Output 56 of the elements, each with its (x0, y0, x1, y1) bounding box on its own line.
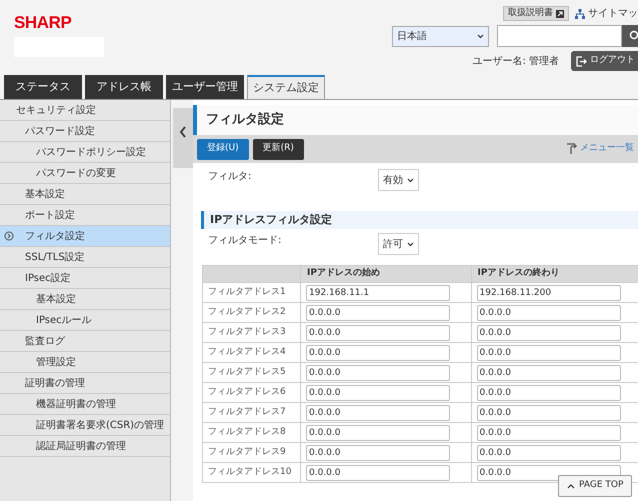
chevron-up-icon (567, 484, 575, 488)
ip-start-field[interactable]: 0.0.0.0 (306, 344, 450, 360)
ip-end-field[interactable]: 0.0.0.0 (476, 384, 620, 400)
language-select[interactable]: 日本語 (392, 26, 489, 46)
sitemap-icon (575, 8, 585, 18)
nav-tab[interactable]: ユーザー管理 (166, 75, 244, 99)
ip-end-field[interactable]: 0.0.0.0 (476, 404, 620, 420)
return-arrow-icon (566, 143, 578, 155)
ip-end-field[interactable]: 0.0.0.0 (476, 464, 620, 480)
circle-chevron-icon (4, 231, 14, 241)
ip-end-field[interactable]: 0.0.0.0 (476, 424, 620, 440)
ip-start-field[interactable]: 0.0.0.0 (306, 304, 450, 320)
toolbar-button[interactable]: 登録(U) (197, 138, 249, 160)
ip-end-field[interactable]: 192.168.11.200 (476, 284, 620, 300)
logout-button[interactable]: ログアウト (571, 51, 638, 71)
chevron-left-icon (179, 126, 187, 138)
ip-start-field[interactable]: 0.0.0.0 (306, 424, 450, 440)
ip-start-field[interactable]: 0.0.0.0 (306, 464, 450, 480)
filter-label: フィルタ: (208, 170, 252, 184)
column-header: IPアドレスの始め (300, 266, 471, 282)
ip-end-field[interactable]: 0.0.0.0 (476, 324, 620, 340)
filter-mode-label: フィルタモード: (208, 234, 282, 248)
chevron-down-icon (407, 178, 414, 182)
external-icon (556, 10, 564, 18)
nav-tab[interactable]: ステータス (4, 75, 82, 99)
nav-tab[interactable]: アドレス帳 (85, 75, 163, 99)
user-name: ユーザー名: 管理者 (472, 54, 559, 68)
ip-start-field[interactable]: 0.0.0.0 (306, 364, 450, 380)
manual-button[interactable]: 取扱説明書 (503, 6, 569, 21)
collapse-button[interactable] (173, 108, 193, 168)
ip-start-field[interactable]: 0.0.0.0 (306, 324, 450, 340)
ip-start-field[interactable]: 192.168.11.1 (306, 284, 450, 300)
sitemap-link[interactable]: サイトマッ (575, 6, 638, 21)
toolbar-button[interactable]: 更新(R) (252, 138, 304, 160)
row-label: フィルタアドレス10 (202, 462, 300, 482)
ip-end-field[interactable]: 0.0.0.0 (476, 444, 620, 460)
chevron-down-icon (407, 242, 414, 246)
nav-tab[interactable]: システム設定 (247, 75, 325, 99)
filter-mode-select[interactable]: 許可 (378, 233, 419, 255)
search-button[interactable] (622, 25, 638, 47)
ip-start-field[interactable]: 0.0.0.0 (306, 404, 450, 420)
page-top-button[interactable]: PAGE TOP (558, 475, 632, 497)
filter-select[interactable]: 有効 (378, 169, 419, 191)
column-header: IPアドレスの終わり (471, 266, 638, 282)
sidebar-item[interactable]: フィルタ設定 (0, 226, 170, 247)
ip-start-field[interactable]: 0.0.0.0 (306, 444, 450, 460)
logout-icon (576, 56, 587, 66)
search-field[interactable] (497, 25, 622, 47)
ip-end-field[interactable]: 0.0.0.0 (476, 304, 620, 320)
ip-end-field[interactable]: 0.0.0.0 (476, 364, 620, 380)
ip-end-field[interactable]: 0.0.0.0 (476, 344, 620, 360)
ip-start-field[interactable]: 0.0.0.0 (306, 384, 450, 400)
chevron-down-icon (477, 34, 484, 38)
section-title: IPアドレスフィルタ設定 (210, 212, 332, 228)
logo: SHARP (14, 14, 72, 31)
page-title: フィルタ設定 (193, 105, 638, 135)
